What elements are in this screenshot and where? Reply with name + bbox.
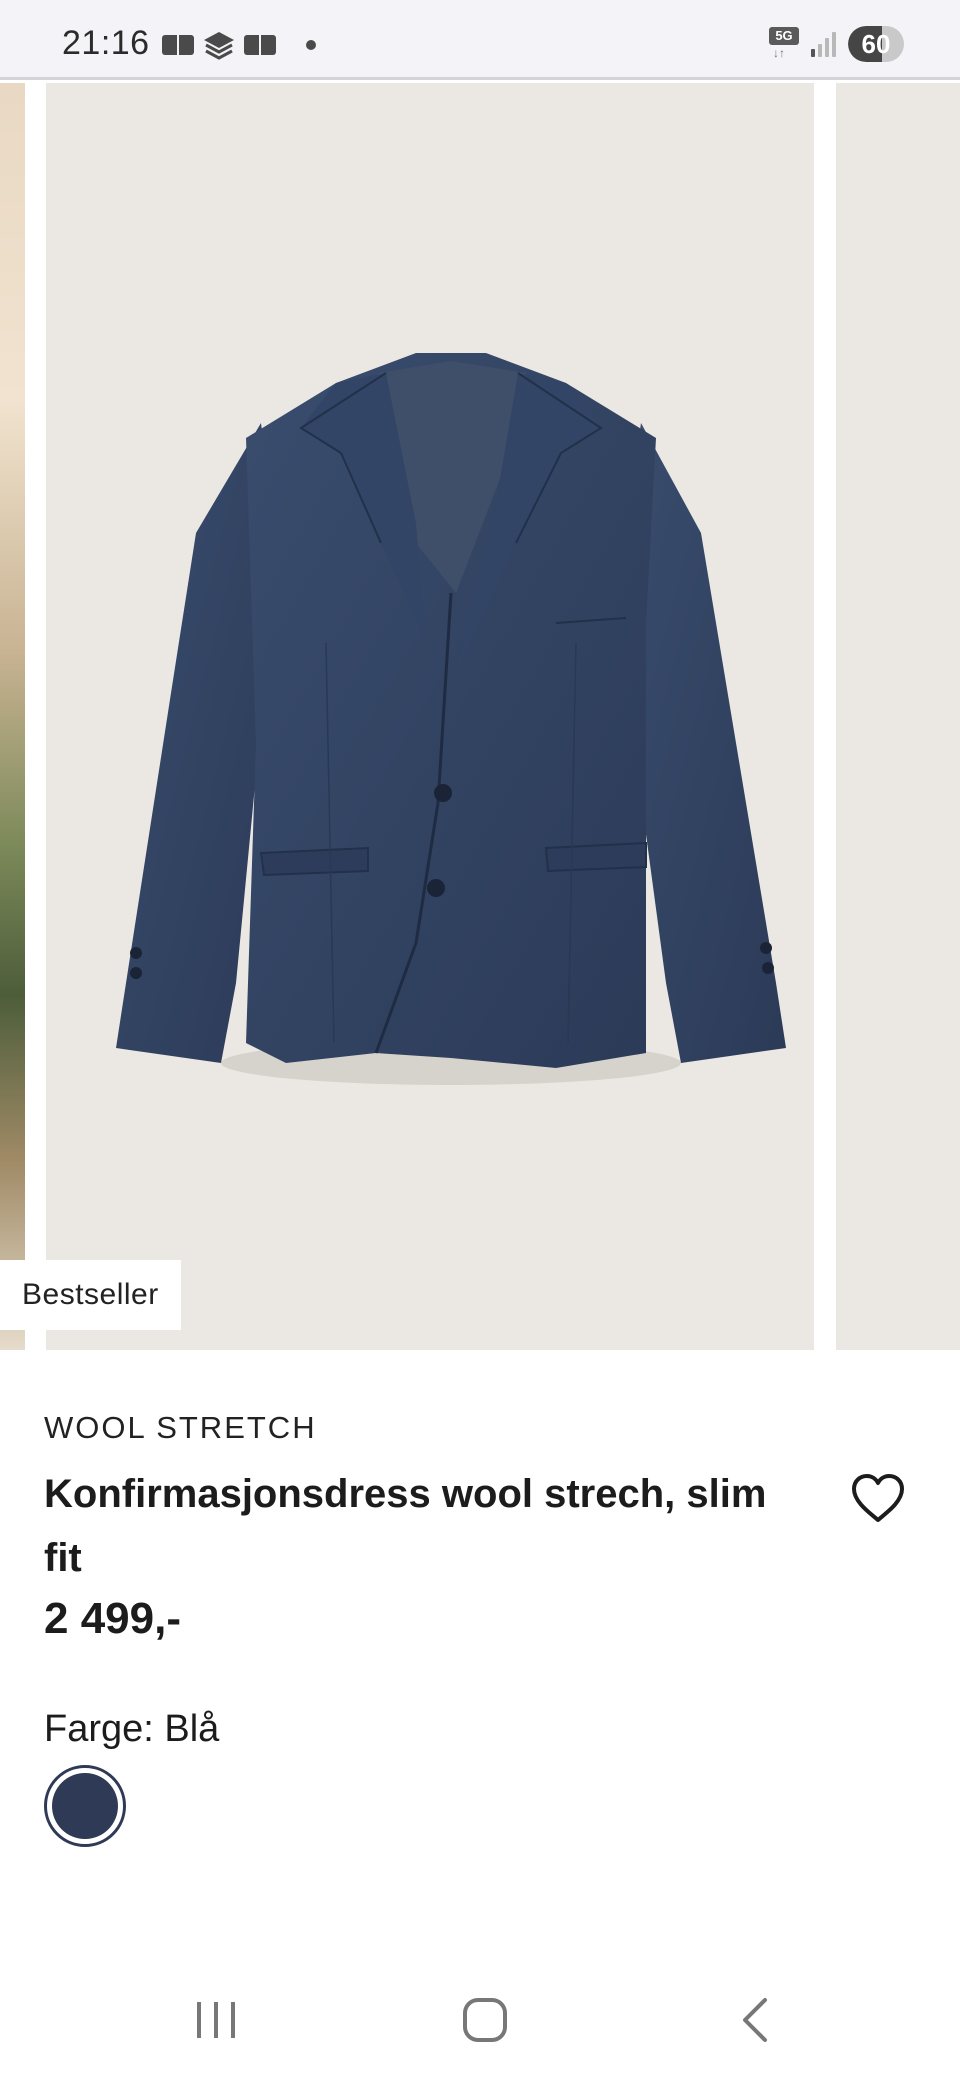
color-label: Farge: Blå [44,1708,220,1750]
signal-bar [825,38,829,57]
network-label: 5G [769,27,799,45]
swatch-color-fill [52,1773,118,1839]
status-time: 21:16 [62,24,150,62]
heart-outline-icon [852,1474,904,1522]
more-notifications-dot [306,40,316,50]
data-arrows-icon: ↓↑ [773,46,785,60]
battery-icon: 60 [848,26,904,62]
book-icon [162,35,194,55]
home-button[interactable] [445,1990,525,2050]
signal-bar [811,49,815,57]
network-5g-icon: 5G ↓↑ [769,27,799,61]
status-bar: 21:16 5G ↓↑ 60 [0,0,960,80]
carousel-next-slide[interactable] [836,83,960,1350]
system-indicators: 5G ↓↑ 60 [769,26,904,62]
book-icon-2 [244,35,276,55]
carousel-current-slide[interactable] [46,83,814,1350]
back-icon [743,1998,767,2042]
back-button[interactable] [715,1990,795,2050]
home-icon [463,1998,507,2042]
system-navigation-bar [0,1960,960,2080]
color-swatch-bla[interactable] [44,1765,126,1847]
battery-level: 60 [861,29,891,59]
signal-bar [818,44,822,57]
signal-strength-icon [811,31,836,57]
layers-icon [204,32,234,60]
product-brand: WOOL STRETCH [44,1410,317,1445]
recent-apps-icon [197,2002,235,2038]
product-price: 2 499,- [44,1594,181,1643]
signal-bar [832,32,836,57]
navy-blazer-image [116,353,786,1085]
carousel-previous-slide[interactable] [0,83,25,1350]
notification-icons [162,30,316,60]
bestseller-badge: Bestseller [0,1260,181,1330]
recent-apps-button[interactable] [176,1990,256,2050]
favorite-button[interactable] [846,1468,910,1528]
product-title: Konfirmasjonsdress wool strech, slim fit [44,1472,767,1580]
product-image-carousel[interactable]: Bestseller [0,83,960,1350]
